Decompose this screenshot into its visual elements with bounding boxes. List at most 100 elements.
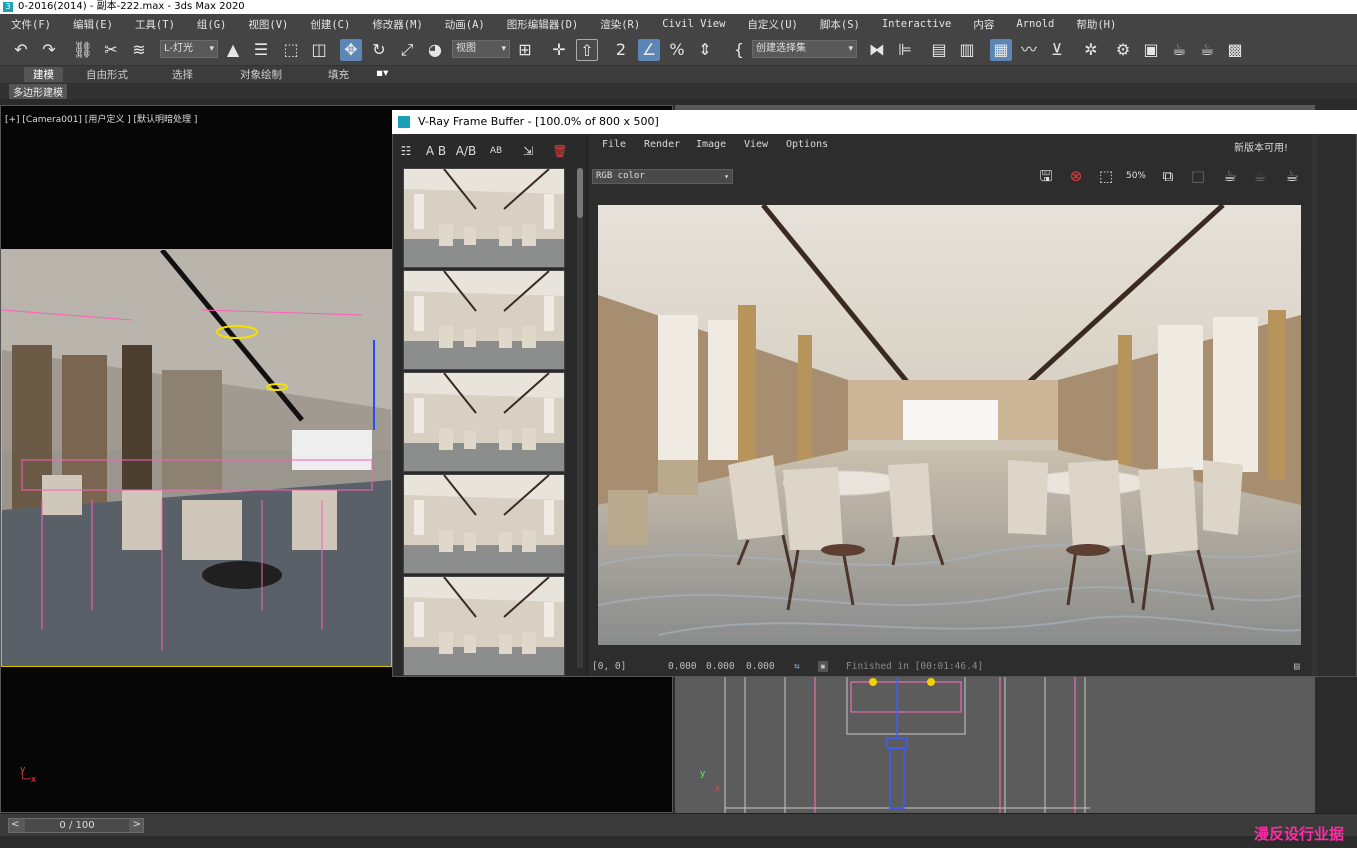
keyboard-shortcut-override-icon[interactable]: ⇧: [576, 39, 598, 61]
schematic-view-icon[interactable]: ⊻: [1046, 39, 1068, 61]
compare-a-over-b-icon[interactable]: A/B: [455, 140, 477, 162]
render-interactive-icon[interactable]: ☕: [1248, 164, 1272, 188]
selection-filter-dropdown[interactable]: L-灯光: [160, 40, 218, 58]
status-resize-icon[interactable]: ▤: [1294, 661, 1300, 672]
bind-spacewarp-icon[interactable]: ≋: [128, 39, 150, 61]
time-next-arrow[interactable]: >: [133, 819, 141, 830]
history-scrollbar[interactable]: [577, 168, 583, 668]
pivot-center-icon[interactable]: ⊞: [514, 39, 536, 61]
history-thumbnail[interactable]: [403, 474, 565, 574]
vfb-menu-file[interactable]: File: [602, 139, 626, 150]
unlink-icon[interactable]: ✂: [100, 39, 122, 61]
menu-arnold[interactable]: Arnold: [1005, 18, 1065, 30]
spinner-snap-icon[interactable]: ⇕: [694, 39, 716, 61]
menu-rendering[interactable]: 渲染(R): [589, 17, 651, 32]
timeline-track[interactable]: [0, 836, 1357, 848]
menu-content[interactable]: 内容: [962, 17, 1005, 32]
history-thumbnail[interactable]: [403, 168, 565, 268]
stop-render-icon[interactable]: ⊗: [1064, 164, 1088, 188]
ref-coord-dropdown[interactable]: 视图: [452, 40, 510, 58]
menu-graph-editors[interactable]: 图形编辑器(D): [496, 17, 589, 32]
menu-edit[interactable]: 编辑(E): [62, 17, 124, 32]
history-thumbnail[interactable]: [403, 372, 565, 472]
time-prev-arrow[interactable]: <: [11, 819, 19, 830]
region-render-icon[interactable]: ⬚: [1094, 164, 1118, 188]
render-grid-icon[interactable]: ▩: [1224, 39, 1246, 61]
rotate-icon[interactable]: ↻: [368, 39, 390, 61]
render-iterative-icon[interactable]: ☕: [1196, 39, 1218, 61]
bottom-right-viewport[interactable]: y x: [675, 676, 1315, 813]
tab-modeling[interactable]: 建模: [24, 67, 63, 82]
select-manipulate-icon[interactable]: ✛: [548, 39, 570, 61]
save-image-icon[interactable]: 🖫: [1034, 164, 1058, 188]
tab-populate[interactable]: 填充: [328, 67, 349, 82]
history-thumbnail[interactable]: [403, 576, 565, 676]
redo-icon[interactable]: ↷: [38, 39, 60, 61]
menu-view[interactable]: 视图(V): [237, 17, 299, 32]
select-by-name-icon[interactable]: ☰: [250, 39, 272, 61]
ribbon-options-icon[interactable]: ▪▾: [376, 67, 388, 79]
vfb-menu-options[interactable]: Options: [786, 139, 828, 150]
angle-snap-icon[interactable]: ∠: [638, 39, 660, 61]
percent-snap-icon[interactable]: %: [666, 39, 688, 61]
load-history-icon[interactable]: ⇲: [517, 140, 539, 162]
toggle-layer-explorer-icon[interactable]: ▥: [956, 39, 978, 61]
rendered-image[interactable]: [598, 205, 1301, 645]
render-setup-icon[interactable]: ⚙: [1112, 39, 1134, 61]
render-last-icon[interactable]: ☕: [1280, 164, 1304, 188]
vfb-scrollbar[interactable]: [1312, 135, 1318, 676]
named-selection-dropdown[interactable]: 创建选择集: [752, 40, 857, 58]
curve-editor-icon[interactable]: 〰: [1018, 39, 1040, 61]
pixel-info-icon[interactable]: ▪: [818, 661, 828, 672]
vfb-menu-view[interactable]: View: [744, 139, 768, 150]
history-settings-icon[interactable]: ☷: [395, 140, 417, 162]
track-mouse-icon[interactable]: ⧉: [1156, 164, 1180, 188]
menu-animation[interactable]: 动画(A): [434, 17, 496, 32]
menu-help[interactable]: 帮助(H): [1065, 17, 1127, 32]
menu-file[interactable]: 文件(F): [0, 17, 62, 32]
vfb-menu-render[interactable]: Render: [644, 139, 680, 150]
select-object-icon[interactable]: ▲: [222, 39, 244, 61]
menu-group[interactable]: 组(G): [186, 17, 237, 32]
move-icon[interactable]: ✥: [340, 39, 362, 61]
vfb-title-bar[interactable]: V-Ray Frame Buffer - [100.0% of 800 x 50…: [392, 110, 1357, 134]
rendered-frame-window-icon[interactable]: ▣: [1140, 39, 1162, 61]
edit-named-selection-icon[interactable]: {: [728, 39, 750, 61]
link-icon[interactable]: ⛓: [72, 39, 94, 61]
tab-selection[interactable]: 选择: [172, 67, 193, 82]
rect-selection-icon[interactable]: ⬚: [280, 39, 302, 61]
zoom-50-icon[interactable]: 50%: [1124, 164, 1148, 188]
menu-interactive[interactable]: Interactive: [871, 18, 963, 30]
align-icon[interactable]: ⊫: [894, 39, 916, 61]
history-thumbnail[interactable]: [403, 270, 565, 370]
toggle-scene-explorer-icon[interactable]: ▤: [928, 39, 950, 61]
update-available-link[interactable]: 新版本可用!: [1234, 139, 1288, 154]
mirror-icon[interactable]: ⧓: [866, 39, 888, 61]
menu-create[interactable]: 创建(C): [299, 17, 361, 32]
channel-dropdown[interactable]: RGB color: [592, 169, 733, 184]
time-slider[interactable]: < 0 / 100 >: [8, 818, 144, 833]
viewport-label[interactable]: [+] [Camera001] [用户定义 ] [默认明暗处理 ]: [5, 112, 197, 125]
time-slider-value[interactable]: 0 / 100: [25, 819, 129, 832]
menu-scripting[interactable]: 脚本(S): [809, 17, 871, 32]
menu-civil-view[interactable]: Civil View: [651, 18, 736, 30]
toggle-ribbon-icon[interactable]: ▦: [990, 39, 1012, 61]
tab-object-paint[interactable]: 对象绘制: [240, 67, 282, 82]
polygon-modeling-label[interactable]: 多边形建模: [9, 84, 67, 99]
color-mode-icon[interactable]: ⇆: [794, 661, 800, 672]
render-production-icon[interactable]: ☕: [1168, 39, 1190, 61]
compare-abcd-icon[interactable]: AB CD: [485, 140, 507, 178]
snaps-toggle-icon[interactable]: 2: [610, 39, 632, 61]
delete-history-icon[interactable]: 🗑: [549, 140, 571, 162]
undo-icon[interactable]: ↶: [10, 39, 32, 61]
menu-customize[interactable]: 自定义(U): [736, 17, 808, 32]
material-editor-icon[interactable]: ✲: [1080, 39, 1102, 61]
tab-freeform[interactable]: 自由形式: [86, 67, 128, 82]
menu-modifiers[interactable]: 修改器(M): [361, 17, 433, 32]
menu-tools[interactable]: 工具(T): [124, 17, 186, 32]
compare-ab-icon[interactable]: A B: [425, 140, 447, 162]
render-icon[interactable]: ☕: [1218, 164, 1242, 188]
clear-image-icon[interactable]: □: [1186, 164, 1210, 188]
window-crossing-icon[interactable]: ◫: [308, 39, 330, 61]
vfb-menu-image[interactable]: Image: [696, 139, 726, 150]
